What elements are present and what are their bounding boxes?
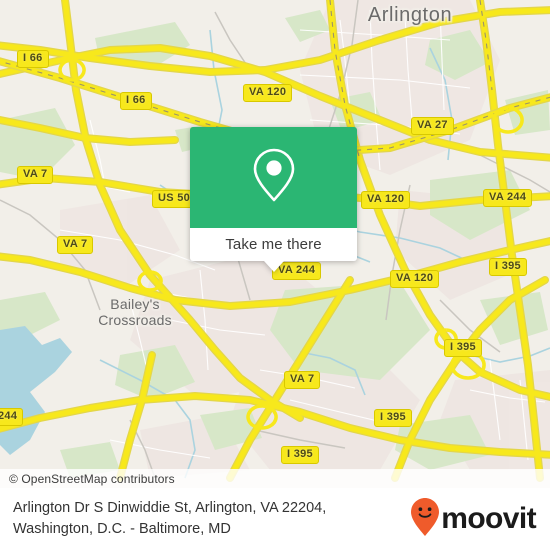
road-shield-va120-mid[interactable]: VA 120 <box>361 191 411 209</box>
callout-tail <box>263 261 284 272</box>
openstreetmap-attribution[interactable]: © OpenStreetMap contributors <box>9 472 175 486</box>
road-shield-va7-south[interactable]: VA 7 <box>284 371 321 389</box>
map-attribution-bar: © OpenStreetMap contributors <box>0 469 550 488</box>
callout-action-bar[interactable]: Take me there <box>190 228 357 261</box>
moovit-logo[interactable]: moovit <box>410 497 537 542</box>
road-shield-i66-east[interactable]: I 66 <box>120 92 152 110</box>
footer-bar: Arlington Dr S Dinwiddie St, Arlington, … <box>0 488 550 550</box>
map-screenshot: Arlington Bailey's Crossroads I 66 I 66 … <box>0 0 550 550</box>
road-shield-va27[interactable]: VA 27 <box>411 117 454 135</box>
road-shield-i66-west[interactable]: I 66 <box>17 50 49 68</box>
road-shield-i395-south[interactable]: I 395 <box>281 446 319 464</box>
callout-header <box>190 127 357 228</box>
road-shield-i395-east[interactable]: I 395 <box>489 258 527 276</box>
place-label-arlington: Arlington <box>367 4 453 26</box>
road-shield-i395-mideast[interactable]: I 395 <box>444 339 482 357</box>
location-callout-card[interactable]: Take me there <box>190 127 357 272</box>
moovit-smiley-pin-icon <box>410 497 440 542</box>
road-shield-244-west[interactable]: 244 <box>0 408 24 426</box>
road-shield-va244-east[interactable]: VA 244 <box>483 189 533 207</box>
road-shield-va7-mid[interactable]: VA 7 <box>57 236 94 254</box>
address-text: Arlington Dr S Dinwiddie St, Arlington, … <box>13 500 327 537</box>
moovit-wordmark: moovit <box>441 502 536 535</box>
place-label-baileys: Bailey's <box>110 296 160 312</box>
road-shield-i395-center[interactable]: I 395 <box>374 409 412 427</box>
take-me-there-label: Take me there <box>225 236 322 253</box>
map-pin-icon <box>251 146 297 209</box>
map-canvas[interactable]: Arlington Bailey's Crossroads I 66 I 66 … <box>0 0 550 488</box>
road-shield-va120-south[interactable]: VA 120 <box>390 270 440 288</box>
place-label-crossroads: Crossroads <box>98 312 172 328</box>
road-shield-va120-north[interactable]: VA 120 <box>243 84 293 102</box>
road-shield-va7-north[interactable]: VA 7 <box>17 166 54 184</box>
